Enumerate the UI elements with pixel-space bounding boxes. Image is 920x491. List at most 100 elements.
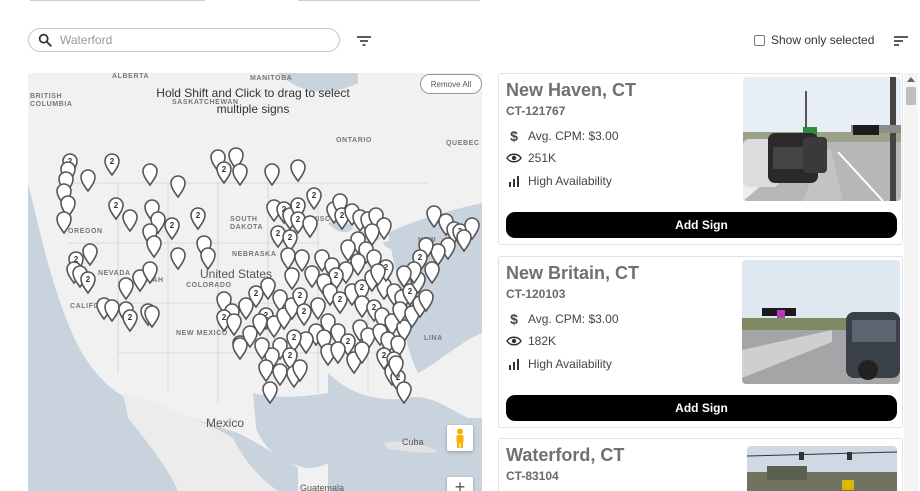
- map-cluster-pin[interactable]: 2: [108, 197, 124, 221]
- cluster-count: 2: [382, 351, 387, 360]
- scroll-up-icon[interactable]: [907, 77, 915, 82]
- map-cluster-pin[interactable]: 2: [104, 153, 120, 177]
- top-tab-strip: [0, 0, 920, 8]
- sign-availability-row: High Availability: [506, 174, 612, 188]
- cluster-count: 2: [128, 313, 133, 322]
- zoom-in-icon: +: [454, 476, 466, 491]
- dollar-icon: $: [510, 311, 518, 327]
- map-sign-pin[interactable]: [232, 337, 248, 361]
- map-cluster-pin[interactable]: 2: [216, 161, 232, 185]
- map-sign-pin[interactable]: [396, 381, 412, 405]
- sign-cpm-row: $ Avg. CPM: $3.00: [506, 311, 619, 327]
- scrollbar-thumb[interactable]: [906, 87, 916, 105]
- map-sign-pin[interactable]: [226, 313, 242, 337]
- map-sign-pin[interactable]: [272, 363, 288, 387]
- map-selection-hint: Hold Shift and Click to drag to select m…: [156, 86, 350, 116]
- map-sign-pin[interactable]: [424, 261, 440, 285]
- map-sign-pin[interactable]: [330, 341, 346, 365]
- map-sign-pin[interactable]: [200, 247, 216, 271]
- remove-all-button[interactable]: Remove All: [420, 74, 482, 94]
- map-sign-pin[interactable]: [262, 381, 278, 405]
- sign-photo[interactable]: [742, 260, 900, 384]
- map-sign-pin[interactable]: [290, 159, 306, 183]
- cluster-count: 2: [408, 287, 413, 296]
- tab-underline-right: [298, 0, 480, 1]
- cluster-count: 2: [222, 165, 227, 174]
- cluster-count: 2: [276, 229, 281, 238]
- sign-map[interactable]: ALBERTA MANITOBA BRITISH COLUMBIA SASKAT…: [28, 73, 482, 491]
- cluster-count: 2: [346, 337, 351, 346]
- map-cluster-pin[interactable]: 2: [296, 303, 312, 327]
- map-cluster-pin[interactable]: 2: [164, 217, 180, 241]
- bar-chart-icon: [509, 176, 519, 187]
- sign-city: Waterford, CT: [506, 445, 625, 465]
- cluster-count: 2: [86, 275, 91, 284]
- show-only-selected-label: Show only selected: [771, 33, 875, 47]
- sign-card[interactable]: Waterford, CT CT-83104: [498, 438, 903, 491]
- map-sign-pin[interactable]: [238, 297, 254, 321]
- add-sign-button[interactable]: Add Sign: [506, 212, 897, 238]
- map-sign-pin[interactable]: [280, 247, 296, 271]
- cluster-count: 2: [196, 211, 201, 220]
- eye-icon: [506, 153, 522, 163]
- map-sign-pin[interactable]: [104, 299, 120, 323]
- map-sign-pin[interactable]: [80, 169, 96, 193]
- map-sign-pin[interactable]: [284, 267, 300, 291]
- sign-photo[interactable]: [743, 77, 901, 201]
- map-sign-pin[interactable]: [302, 215, 318, 239]
- sign-views-row: 251K: [506, 151, 556, 165]
- cluster-count: 2: [288, 351, 293, 360]
- map-sign-pin[interactable]: [232, 163, 248, 187]
- list-scrollbar[interactable]: [904, 73, 918, 491]
- sign-availability-row: High Availability: [506, 357, 612, 371]
- tab-underline-left: [30, 0, 205, 1]
- bar-chart-icon: [509, 359, 519, 370]
- show-only-selected-checkbox[interactable]: [754, 34, 765, 46]
- map-cluster-pin[interactable]: 2: [190, 207, 206, 231]
- sign-availability: High Availability: [528, 357, 612, 371]
- cluster-count: 2: [298, 291, 303, 300]
- map-pins-layer[interactable]: 22222222222222222222222222222222222: [28, 73, 482, 491]
- cluster-count: 2: [360, 283, 365, 292]
- map-sign-pin[interactable]: [264, 163, 280, 187]
- sign-card[interactable]: New Haven, CT CT-121767 $ Avg. CPM: $3.0…: [498, 73, 903, 245]
- map-sign-pin[interactable]: [170, 175, 186, 199]
- map-sign-pin[interactable]: [456, 229, 472, 253]
- map-cluster-pin[interactable]: 2: [306, 187, 322, 211]
- filter-icon[interactable]: [356, 33, 372, 49]
- map-sign-pin[interactable]: [82, 243, 98, 267]
- cluster-count: 2: [254, 289, 259, 298]
- search-input[interactable]: [58, 32, 312, 48]
- add-sign-button[interactable]: Add Sign: [506, 395, 897, 421]
- map-sign-pin[interactable]: [122, 209, 138, 233]
- search-box[interactable]: [28, 28, 340, 52]
- sign-cpm-row: $ Avg. CPM: $3.00: [506, 128, 618, 144]
- sign-photo[interactable]: [747, 446, 897, 491]
- cluster-count: 2: [114, 201, 119, 210]
- cluster-count: 2: [170, 221, 175, 230]
- pegman-icon: [456, 428, 464, 448]
- sign-code: CT-121767: [506, 104, 566, 118]
- map-sign-pin[interactable]: [258, 359, 274, 383]
- show-only-selected-toggle[interactable]: Show only selected: [754, 33, 874, 47]
- cluster-count: 2: [296, 201, 301, 210]
- cluster-count: 2: [418, 253, 423, 262]
- map-cluster-pin[interactable]: 2: [332, 291, 348, 315]
- sign-card[interactable]: New Britain, CT CT-120103 $ Avg. CPM: $3…: [498, 256, 903, 428]
- sign-list[interactable]: New Haven, CT CT-121767 $ Avg. CPM: $3.0…: [498, 73, 904, 491]
- map-sign-pin[interactable]: [56, 211, 72, 235]
- sign-views: 182K: [528, 334, 557, 348]
- map-sign-pin[interactable]: [118, 277, 134, 301]
- sign-cpm: Avg. CPM: $3.00: [528, 312, 619, 326]
- cluster-count: 2: [288, 233, 293, 242]
- zoom-in-button[interactable]: +: [447, 477, 473, 491]
- map-sign-pin[interactable]: [142, 163, 158, 187]
- map-cluster-pin[interactable]: 2: [80, 271, 96, 295]
- pegman-button[interactable]: [447, 425, 473, 451]
- sign-availability: High Availability: [528, 174, 612, 188]
- map-cluster-pin[interactable]: 2: [122, 309, 138, 333]
- map-sign-pin[interactable]: [146, 235, 162, 259]
- sort-icon[interactable]: [893, 33, 909, 49]
- cluster-count: 2: [292, 333, 297, 342]
- map-sign-pin[interactable]: [170, 247, 186, 271]
